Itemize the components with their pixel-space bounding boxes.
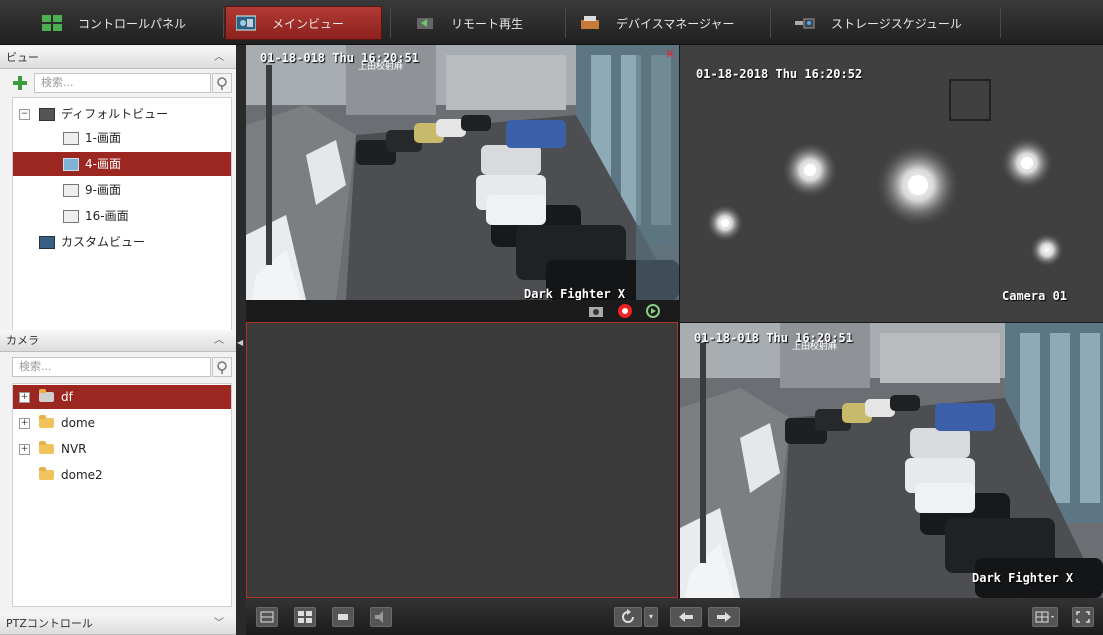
add-view-icon[interactable] xyxy=(12,75,28,91)
storage-schedule-icon xyxy=(795,15,815,31)
previous-page-icon[interactable] xyxy=(670,607,702,627)
cell-1-control-bar xyxy=(246,300,679,322)
tab-label: ストレージスケジュール xyxy=(831,16,962,31)
view-section-header[interactable]: ビュー ︿ xyxy=(0,47,236,69)
camera-section-title: カメラ xyxy=(6,334,39,347)
view-section-title: ビュー xyxy=(6,51,39,64)
refresh-icon[interactable] xyxy=(614,607,642,627)
main-view-icon xyxy=(235,15,257,31)
camera-label: Camera 01 xyxy=(1002,289,1068,303)
fullscreen-icon[interactable] xyxy=(1072,607,1094,627)
tree-item-1-screen[interactable]: 1-画面 xyxy=(13,126,231,150)
folder-icon xyxy=(39,467,54,480)
folder-icon xyxy=(39,389,54,402)
refresh-dropdown[interactable]: ▾ xyxy=(644,607,658,627)
left-panel: ビュー ︿ 検索... − ディフォルトビュー 1-画面 4-画面 9-画面 1… xyxy=(0,45,236,635)
camera-section-header[interactable]: カメラ ︿ xyxy=(0,330,236,352)
timestamp-overlay: 01-18-2018 Thu 16:20:52 xyxy=(696,67,863,81)
video-cell-4[interactable]: 01-18-018 Thu 16:20:51 上田校射麻 Dark Fighte… xyxy=(680,323,1103,598)
collapse-panel-handle[interactable]: ◀ xyxy=(237,338,244,348)
expand-icon[interactable]: + xyxy=(19,418,30,429)
view-group-icon xyxy=(39,108,55,121)
search-icon[interactable] xyxy=(212,73,232,93)
camera-tree: + df + dome + NVR dome2 xyxy=(12,383,232,607)
camera-label: Dark Fighter X xyxy=(972,571,1074,585)
tree-item-4-screen[interactable]: 4-画面 xyxy=(13,152,231,176)
ptz-section-title: PTZコントロール xyxy=(6,617,93,630)
next-page-icon[interactable] xyxy=(708,607,740,627)
tab-label: メインビュー xyxy=(272,16,345,31)
folder-icon xyxy=(39,441,54,454)
chevron-up-icon[interactable]: ︿ xyxy=(214,330,224,352)
video-cell-3-empty[interactable] xyxy=(246,322,678,598)
street-camera-feed xyxy=(246,45,679,300)
search-icon[interactable] xyxy=(212,357,232,377)
stop-all-icon[interactable] xyxy=(332,607,354,627)
tab-storage-schedule[interactable]: ストレージスケジュール xyxy=(785,6,1000,40)
screenshot-icon[interactable] xyxy=(588,304,603,318)
tab-label: リモート再生 xyxy=(451,16,524,31)
tree-item-16-screen[interactable]: 16-画面 xyxy=(13,204,231,228)
audio-mute-icon[interactable] xyxy=(370,607,392,627)
video-cell-2[interactable]: 01-18-2018 Thu 16:20:52 Camera 01 xyxy=(680,45,1103,322)
tab-main-view[interactable]: メインビュー xyxy=(225,6,382,40)
view-tree: − ディフォルトビュー 1-画面 4-画面 9-画面 16-画面 カスタムビュー xyxy=(12,97,232,337)
control-panel-icon xyxy=(42,15,62,31)
tab-label: デバイスマネージャー xyxy=(616,16,735,31)
tab-device-manager[interactable]: デバイスマネージャー xyxy=(570,6,770,40)
instant-playback-icon[interactable] xyxy=(646,304,660,318)
record-icon[interactable] xyxy=(618,304,632,318)
layout-icon[interactable] xyxy=(294,607,316,627)
tree-item-9-screen[interactable]: 9-画面 xyxy=(13,178,231,202)
remote-playback-icon xyxy=(415,15,435,31)
top-tab-bar: コントロールパネル メインビュー リモート再生 デバイスマネージャー ストレージ… xyxy=(0,0,1103,45)
street-camera-feed xyxy=(680,323,1103,598)
screen-layout-icon xyxy=(63,184,79,197)
custom-view-icon xyxy=(39,236,55,249)
tab-label: コントロールパネル xyxy=(78,16,187,31)
tree-item-default-view[interactable]: − ディフォルトビュー xyxy=(13,102,231,126)
folder-icon xyxy=(39,415,54,428)
tab-remote-playback[interactable]: リモート再生 xyxy=(405,6,560,40)
close-icon[interactable]: ✕ xyxy=(665,47,675,61)
view-search-input[interactable]: 検索... xyxy=(34,73,211,93)
tab-control-panel[interactable]: コントロールパネル xyxy=(32,6,222,40)
tree-item-custom-view[interactable]: カスタムビュー xyxy=(13,230,231,254)
building-sign: 上田校射麻 xyxy=(792,342,838,352)
bottom-toolbar: ▾ xyxy=(246,598,1103,635)
expand-icon[interactable]: + xyxy=(19,444,30,455)
screen-layout-icon xyxy=(63,210,79,223)
camera-label: Dark Fighter X xyxy=(524,287,626,300)
expand-icon[interactable]: + xyxy=(19,392,30,403)
device-manager-icon xyxy=(580,15,600,31)
view-mode-icon[interactable] xyxy=(1032,607,1058,627)
camera-search-input[interactable]: 検索... xyxy=(12,357,211,377)
chevron-down-icon[interactable]: ﹀ xyxy=(214,613,224,635)
camera-item-df[interactable]: + df xyxy=(13,385,231,409)
screen-layout-icon xyxy=(63,132,79,145)
camera-item-dome2[interactable]: dome2 xyxy=(13,463,231,487)
collapse-icon[interactable]: − xyxy=(19,109,30,120)
camera-item-nvr[interactable]: + NVR xyxy=(13,437,231,461)
video-cell-1[interactable]: 01-18-018 Thu 16:20:51 上田校射麻 Dark Fighte… xyxy=(246,45,679,300)
interior-camera-feed xyxy=(680,45,1103,322)
building-sign: 上田校射麻 xyxy=(358,62,404,72)
window-division-icon[interactable] xyxy=(256,607,278,627)
camera-item-dome[interactable]: + dome xyxy=(13,411,231,435)
chevron-up-icon[interactable]: ︿ xyxy=(214,47,224,69)
ptz-section-header[interactable]: PTZコントロール ﹀ xyxy=(0,613,236,635)
screen-layout-icon xyxy=(63,158,79,171)
